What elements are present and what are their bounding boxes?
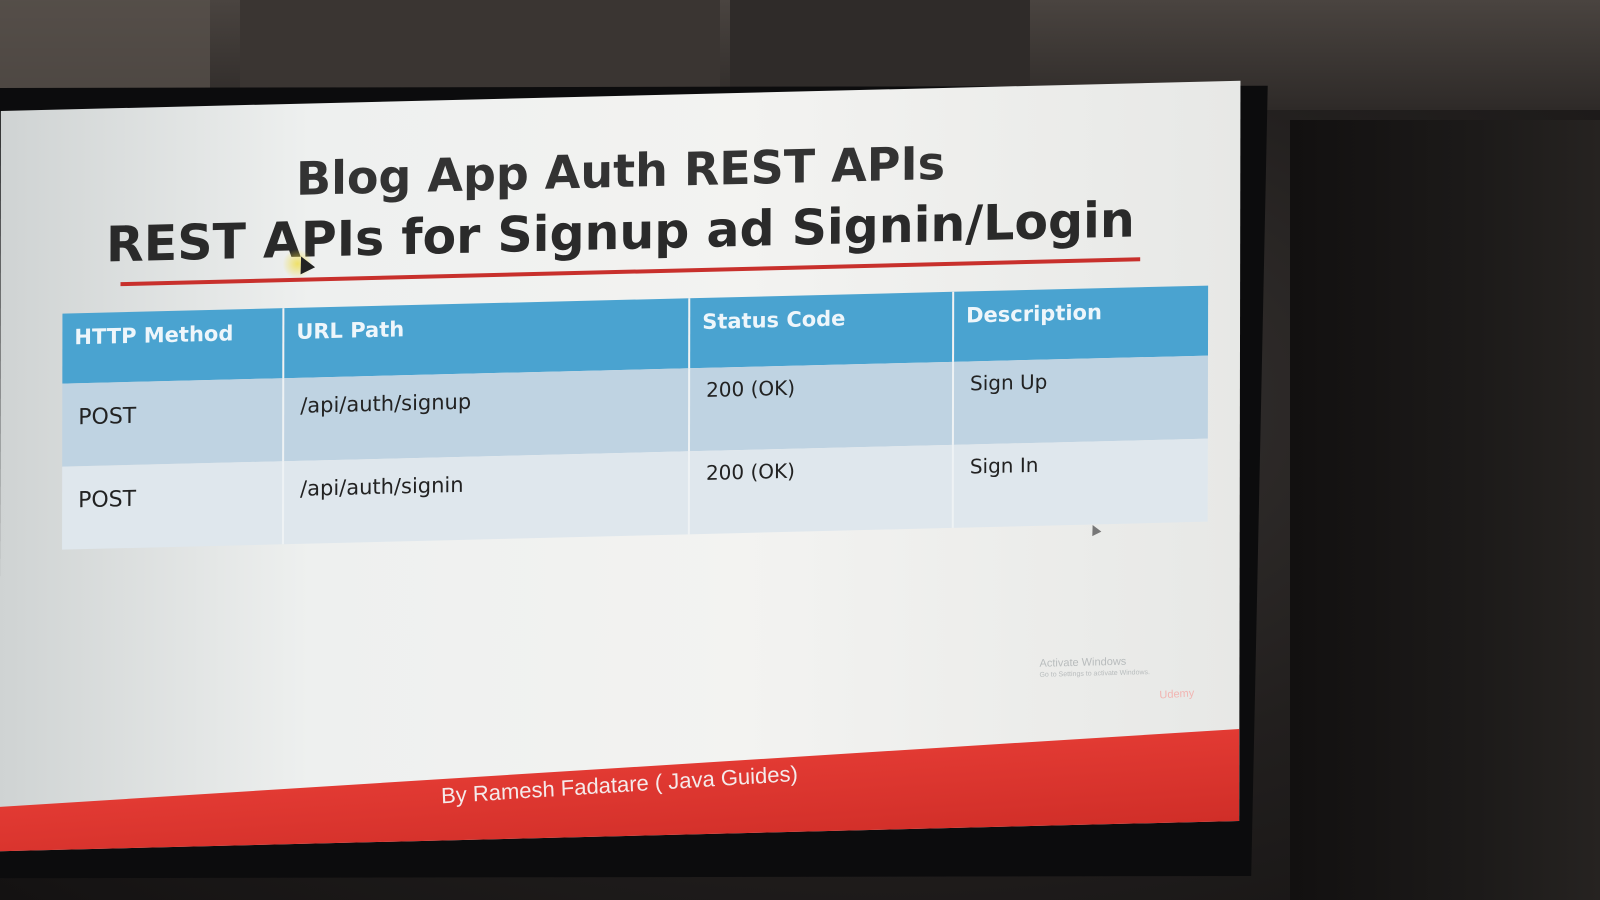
header-description: Description xyxy=(953,285,1209,362)
brand-logo: Udemy xyxy=(1159,687,1195,702)
header-url-path: URL Path xyxy=(283,298,690,379)
header-http-method: HTTP Method xyxy=(62,308,284,384)
cell-status: 200 (OK) xyxy=(688,444,953,535)
secondary-monitor xyxy=(1290,120,1600,900)
wall-panel xyxy=(0,0,210,90)
cell-path: /api/auth/signup xyxy=(283,368,690,462)
watermark-subtitle: Go to Settings to activate Windows. xyxy=(1039,669,1150,679)
cell-method: POST xyxy=(62,378,284,467)
presentation-slide: Blog App Auth REST APIs REST APIs for Si… xyxy=(0,80,1241,852)
cell-description: Sign Up xyxy=(952,355,1208,445)
header-status-code: Status Code xyxy=(689,291,954,369)
cell-method: POST xyxy=(62,461,284,550)
cell-status: 200 (OK) xyxy=(689,361,954,452)
cell-description: Sign In xyxy=(952,438,1208,528)
activate-windows-watermark: Activate Windows Go to Settings to activ… xyxy=(1039,655,1150,682)
cell-path: /api/auth/signin xyxy=(282,451,690,545)
mouse-pointer-icon xyxy=(1088,522,1102,537)
wall-panel xyxy=(240,0,720,100)
api-table: HTTP Method URL Path Status Code Descrip… xyxy=(62,285,1209,550)
